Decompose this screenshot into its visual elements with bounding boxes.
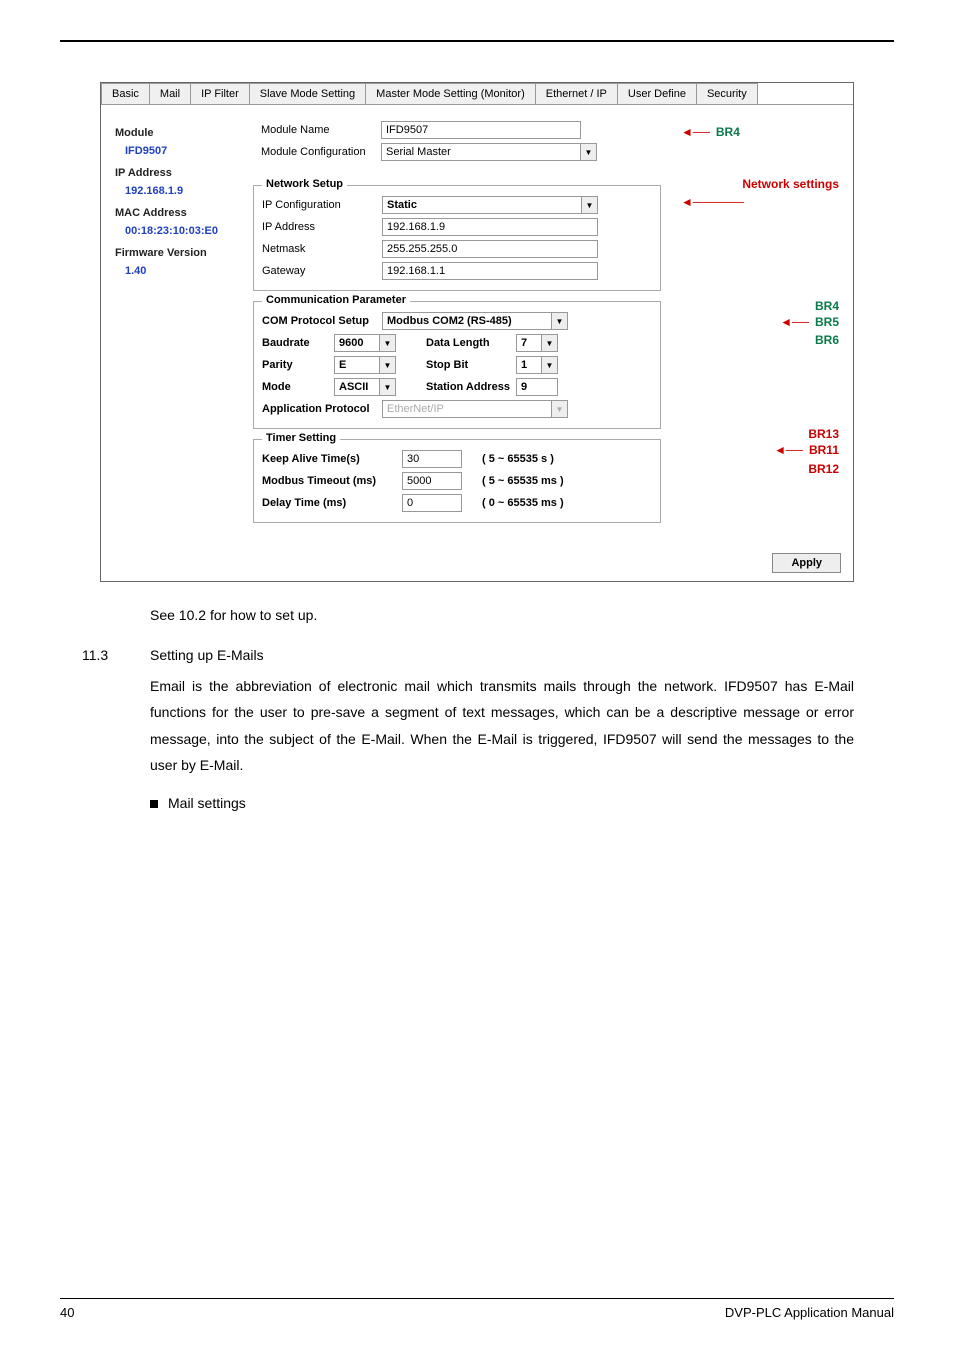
bullet-text: Mail settings [168, 795, 246, 811]
main-column: Module Name Module Configuration ▼ Netwo… [249, 113, 665, 537]
keep-alive-range: ( 5 ~ 65535 s ) [482, 453, 602, 465]
module-label: Module [115, 127, 233, 139]
com-protocol-label: COM Protocol Setup [262, 315, 382, 327]
network-setup-group: Network Setup IP Configuration ▼ IP Addr… [253, 185, 661, 291]
chevron-down-icon[interactable]: ▼ [581, 143, 597, 161]
module-name-input[interactable] [381, 121, 581, 139]
timer-setting-group: Timer Setting Keep Alive Time(s) ( 5 ~ 6… [253, 439, 661, 523]
page-number: 40 [60, 1305, 74, 1320]
arrow-left-icon: ◄── [774, 443, 803, 457]
ip-config-select[interactable] [382, 196, 582, 214]
tab-security[interactable]: Security [697, 83, 758, 104]
tab-mail[interactable]: Mail [150, 83, 191, 104]
comm-param-legend: Communication Parameter [262, 294, 410, 306]
mode-select[interactable] [334, 378, 380, 396]
page-top-rule [60, 40, 894, 42]
chevron-down-icon[interactable]: ▼ [582, 196, 598, 214]
arrow-left-icon: ◄── [780, 315, 809, 329]
modbus-timeout-input[interactable] [402, 472, 462, 490]
ip-value: 192.168.1.9 [125, 185, 233, 197]
doc-title: DVP-PLC Application Manual [725, 1305, 894, 1320]
tab-userdef[interactable]: User Define [618, 83, 697, 104]
parity-label: Parity [262, 359, 334, 371]
tab-slave[interactable]: Slave Mode Setting [250, 83, 366, 104]
app-protocol-label: Application Protocol [262, 403, 382, 415]
ip-addr-input[interactable] [382, 218, 598, 236]
section-title: Setting up E-Mails [150, 647, 264, 663]
chevron-down-icon: ▼ [552, 400, 568, 418]
chevron-down-icon[interactable]: ▼ [542, 334, 558, 352]
com-protocol-select[interactable] [382, 312, 552, 330]
sidebar: Module IFD9507 IP Address 192.168.1.9 MA… [109, 113, 239, 537]
chevron-down-icon[interactable]: ▼ [380, 378, 396, 396]
fw-value: 1.40 [125, 265, 233, 277]
config-dialog: Basic Mail IP Filter Slave Mode Setting … [100, 82, 854, 582]
ip-addr-label: IP Address [262, 221, 382, 233]
netmask-label: Netmask [262, 243, 382, 255]
tab-master[interactable]: Master Mode Setting (Monitor) [366, 83, 536, 104]
chevron-down-icon[interactable]: ▼ [542, 356, 558, 374]
square-bullet-icon [150, 800, 158, 808]
ann-br11: BR11 [809, 443, 839, 457]
station-addr-label: Station Address [426, 381, 516, 393]
arrow-left-icon: ◄── [681, 125, 710, 139]
ann-br6: BR6 [681, 333, 839, 349]
ann-br12: BR12 [681, 461, 839, 478]
ann-br4: BR4 [716, 125, 740, 139]
gateway-input[interactable] [382, 262, 598, 280]
data-length-label: Data Length [426, 337, 516, 349]
section-number: 11.3 [60, 647, 150, 663]
section-heading: 11.3 Setting up E-Mails [60, 647, 894, 663]
tab-ethip[interactable]: Ethernet / IP [536, 83, 618, 104]
ip-config-label: IP Configuration [262, 199, 382, 211]
modbus-timeout-label: Modbus Timeout (ms) [262, 475, 402, 487]
app-protocol-select [382, 400, 552, 418]
chevron-down-icon[interactable]: ▼ [380, 356, 396, 374]
baudrate-select[interactable] [334, 334, 380, 352]
netmask-input[interactable] [382, 240, 598, 258]
arrow-left-icon: ◄────── [681, 195, 744, 209]
gateway-label: Gateway [262, 265, 382, 277]
mac-label: MAC Address [115, 207, 233, 219]
station-addr-input[interactable] [516, 378, 558, 396]
module-section: Module Name Module Configuration ▼ [253, 121, 661, 175]
delay-time-range: ( 0 ~ 65535 ms ) [482, 497, 602, 509]
baudrate-label: Baudrate [262, 337, 334, 349]
chevron-down-icon[interactable]: ▼ [380, 334, 396, 352]
tab-row: Basic Mail IP Filter Slave Mode Setting … [101, 83, 853, 105]
parity-select[interactable] [334, 356, 380, 374]
timer-setting-legend: Timer Setting [262, 432, 340, 444]
annotation-column: ◄──BR4 Network settings ◄────── BR4 ◄──B… [675, 113, 845, 537]
ann-br4-2: BR4 [681, 299, 839, 315]
mode-label: Mode [262, 381, 334, 393]
fw-label: Firmware Version [115, 247, 233, 259]
ip-label: IP Address [115, 167, 233, 179]
module-config-label: Module Configuration [261, 146, 381, 158]
ann-br5: BR5 [815, 315, 839, 329]
mac-value: 00:18:23:10:03:E0 [125, 225, 233, 237]
ann-br13: BR13 [681, 426, 839, 443]
stop-bit-label: Stop Bit [426, 359, 516, 371]
module-config-select[interactable] [381, 143, 581, 161]
keep-alive-label: Keep Alive Time(s) [262, 453, 402, 465]
tab-ipfilter[interactable]: IP Filter [191, 83, 250, 104]
modbus-timeout-range: ( 5 ~ 65535 ms ) [482, 475, 602, 487]
delay-time-input[interactable] [402, 494, 462, 512]
caption-text: See 10.2 for how to set up. [150, 602, 854, 629]
ann-network-settings: Network settings [681, 177, 839, 191]
apply-button[interactable]: Apply [772, 553, 841, 573]
chevron-down-icon[interactable]: ▼ [552, 312, 568, 330]
bullet-item: Mail settings [150, 795, 894, 811]
module-name-label: Module Name [261, 124, 381, 136]
tab-basic[interactable]: Basic [101, 83, 150, 104]
keep-alive-input[interactable] [402, 450, 462, 468]
data-length-select[interactable] [516, 334, 542, 352]
delay-time-label: Delay Time (ms) [262, 497, 402, 509]
section-paragraph: Email is the abbreviation of electronic … [150, 673, 854, 779]
module-value: IFD9507 [125, 145, 233, 157]
page-footer: 40 DVP-PLC Application Manual [60, 1298, 894, 1320]
comm-param-group: Communication Parameter COM Protocol Set… [253, 301, 661, 429]
network-setup-legend: Network Setup [262, 178, 347, 190]
stop-bit-select[interactable] [516, 356, 542, 374]
